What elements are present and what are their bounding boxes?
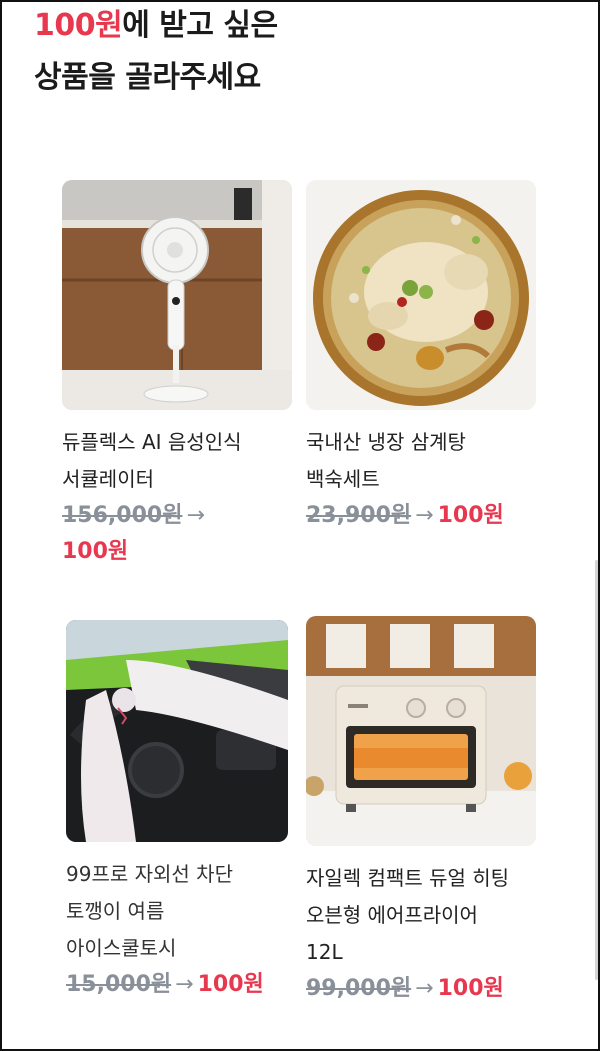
original-price: 23,900원 xyxy=(306,503,412,528)
sale-price-row: 100원 xyxy=(62,534,292,570)
product-price: 156,000원 → xyxy=(62,498,292,534)
product-name: 자일렉 컴팩트 듀얼 히팅 오븐형 에어프라이어 12L xyxy=(306,866,510,964)
arm-sleeve-image[interactable] xyxy=(66,620,288,842)
product-name: 듀플렉스 AI 음성인식 서큘레이터 xyxy=(62,430,242,491)
product-name: 국내산 냉장 삼계탕 백숙세트 xyxy=(306,430,466,491)
arrow-right-icon: → xyxy=(186,503,205,528)
original-price: 156,000원 xyxy=(62,503,183,528)
sale-price: 100원 xyxy=(197,972,264,997)
product-card-arm-sleeve[interactable]: 99프로 자외선 차단 토깽이 여름 아이스쿨토시 15,000원 → 100원 xyxy=(66,620,296,1003)
sale-price: 100원 xyxy=(437,976,504,1001)
product-price: 99,000원 → 100원 xyxy=(306,971,536,1007)
headline-line-2: 상품을 골라주세요 xyxy=(34,60,261,95)
arrow-right-icon: → xyxy=(175,972,194,997)
original-price: 15,000원 xyxy=(66,972,172,997)
headline-accent: 100원 xyxy=(34,8,123,43)
headline-line-1: 100원에 받고 싶은 xyxy=(34,0,278,52)
scrollbar[interactable] xyxy=(595,560,598,980)
product-price: 23,900원 → 100원 xyxy=(306,498,536,534)
sale-price: 100원 xyxy=(437,503,504,528)
product-card-air-fryer[interactable]: 자일렉 컴팩트 듀얼 히팅 오븐형 에어프라이어 12L 99,000원 → 100… xyxy=(306,616,536,1007)
arrow-right-icon: → xyxy=(415,503,434,528)
samgyetang-image[interactable] xyxy=(306,180,536,410)
product-card-circulator[interactable]: 듀플렉스 AI 음성인식 서큘레이터 156,000원 → 100원 xyxy=(62,180,292,570)
circulator-fan-image[interactable] xyxy=(62,180,292,410)
product-price: 15,000원 → 100원 xyxy=(66,967,296,1003)
product-card-samgyetang[interactable]: 국내산 냉장 삼계탕 백숙세트 23,900원 → 100원 xyxy=(306,180,536,534)
air-fryer-image[interactable] xyxy=(306,616,536,846)
headline-line-1-text: 에 받고 싶은 xyxy=(122,8,278,43)
page-headline: 100원에 받고 싶은 상품을 골라주세요 xyxy=(34,0,278,104)
arrow-right-icon: → xyxy=(415,976,434,1001)
original-price: 99,000원 xyxy=(306,976,412,1001)
product-name: 99프로 자외선 차단 토깽이 여름 아이스쿨토시 xyxy=(66,862,233,960)
sale-price: 100원 xyxy=(62,539,129,564)
